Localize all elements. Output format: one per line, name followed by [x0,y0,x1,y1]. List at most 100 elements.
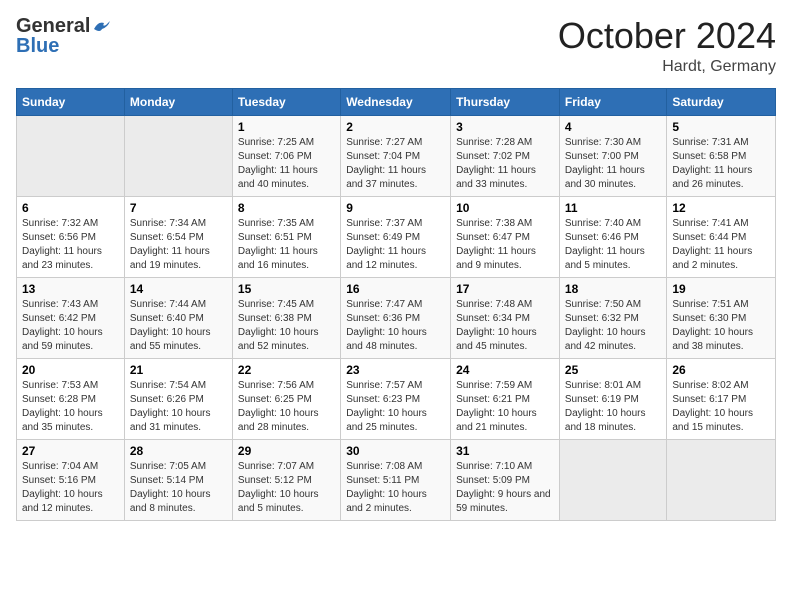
day-number: 3 [456,120,554,134]
day-info: Sunrise: 7:07 AM Sunset: 5:12 PM Dayligh… [238,460,335,516]
calendar-cell: 3 Sunrise: 7:28 AM Sunset: 7:02 PM Daylig… [451,115,560,196]
day-number: 22 [238,363,335,377]
weekday-header-tuesday: Tuesday [232,88,340,115]
header: General Blue October 2024 Hardt, Germany [16,16,776,76]
calendar-cell [559,439,666,520]
calendar-cell: 22 Sunrise: 7:56 AM Sunset: 6:25 PM Dayli… [232,358,340,439]
calendar-cell: 5 Sunrise: 7:31 AM Sunset: 6:58 PM Daylig… [667,115,776,196]
calendar-cell: 28 Sunrise: 7:05 AM Sunset: 5:14 PM Dayli… [124,439,232,520]
calendar-cell: 21 Sunrise: 7:54 AM Sunset: 6:26 PM Dayli… [124,358,232,439]
calendar-cell: 16 Sunrise: 7:47 AM Sunset: 6:36 PM Dayli… [341,277,451,358]
day-number: 30 [346,444,445,458]
day-number: 31 [456,444,554,458]
calendar-cell: 6 Sunrise: 7:32 AM Sunset: 6:56 PM Daylig… [17,196,125,277]
day-number: 6 [22,201,119,215]
calendar-cell: 8Sunrise: 7:35 AM Sunset: 6:51 PM Daylig… [232,196,340,277]
day-number: 4 [565,120,661,134]
day-number: 26 [672,363,770,377]
day-number: 2 [346,120,445,134]
day-number: 12 [672,201,770,215]
calendar-cell: 2 Sunrise: 7:27 AM Sunset: 7:04 PM Daylig… [341,115,451,196]
day-number: 15 [238,282,335,296]
day-info: Sunrise: 7:45 AM Sunset: 6:38 PM Dayligh… [238,298,335,354]
calendar-cell: 4 Sunrise: 7:30 AM Sunset: 7:00 PM Daylig… [559,115,666,196]
day-info: Sunrise: 7:10 AM Sunset: 5:09 PM Dayligh… [456,460,554,516]
calendar-cell: 29 Sunrise: 7:07 AM Sunset: 5:12 PM Dayli… [232,439,340,520]
day-number: 21 [130,363,227,377]
day-info: Sunrise: 7:56 AM Sunset: 6:25 PM Dayligh… [238,379,335,435]
calendar-cell: 27 Sunrise: 7:04 AM Sunset: 5:16 PM Dayli… [17,439,125,520]
day-number: 13 [22,282,119,296]
month-title: October 2024 [558,16,776,56]
day-info: Sunrise: 7:51 AM Sunset: 6:30 PM Dayligh… [672,298,770,354]
weekday-header-wednesday: Wednesday [341,88,451,115]
day-info: Sunrise: 7:05 AM Sunset: 5:14 PM Dayligh… [130,460,227,516]
day-number: 23 [346,363,445,377]
calendar-cell [667,439,776,520]
day-info: Sunrise: 7:30 AM Sunset: 7:00 PM Dayligh… [565,136,661,192]
calendar-cell: 24Sunrise: 7:59 AM Sunset: 6:21 PM Dayli… [451,358,560,439]
day-info: Sunrise: 7:41 AM Sunset: 6:44 PM Dayligh… [672,217,770,273]
calendar-cell: 17Sunrise: 7:48 AM Sunset: 6:34 PM Dayli… [451,277,560,358]
calendar-cell: 7Sunrise: 7:34 AM Sunset: 6:54 PM Daylig… [124,196,232,277]
day-number: 19 [672,282,770,296]
calendar-cell: 12 Sunrise: 7:41 AM Sunset: 6:44 PM Dayli… [667,196,776,277]
day-info: Sunrise: 7:54 AM Sunset: 6:26 PM Dayligh… [130,379,227,435]
week-row-3: 13 Sunrise: 7:43 AM Sunset: 6:42 PM Dayli… [17,277,776,358]
day-info: Sunrise: 7:27 AM Sunset: 7:04 PM Dayligh… [346,136,445,192]
logo: General Blue [16,16,110,56]
weekday-header-monday: Monday [124,88,232,115]
week-row-1: 1 Sunrise: 7:25 AM Sunset: 7:06 PM Daylig… [17,115,776,196]
day-info: Sunrise: 7:34 AM Sunset: 6:54 PM Dayligh… [130,217,227,273]
calendar-cell [17,115,125,196]
day-number: 16 [346,282,445,296]
logo-general-text: General [16,16,90,36]
day-info: Sunrise: 7:31 AM Sunset: 6:58 PM Dayligh… [672,136,770,192]
day-info: Sunrise: 7:32 AM Sunset: 6:56 PM Dayligh… [22,217,119,273]
calendar-cell: 1 Sunrise: 7:25 AM Sunset: 7:06 PM Daylig… [232,115,340,196]
calendar-cell: 9 Sunrise: 7:37 AM Sunset: 6:49 PM Daylig… [341,196,451,277]
day-info: Sunrise: 7:43 AM Sunset: 6:42 PM Dayligh… [22,298,119,354]
day-number: 25 [565,363,661,377]
calendar-cell: 31 Sunrise: 7:10 AM Sunset: 5:09 PM Dayli… [451,439,560,520]
day-number: 27 [22,444,119,458]
day-info: Sunrise: 7:40 AM Sunset: 6:46 PM Dayligh… [565,217,661,273]
day-number: 10 [456,201,554,215]
day-info: Sunrise: 7:25 AM Sunset: 7:06 PM Dayligh… [238,136,335,192]
weekday-header-sunday: Sunday [17,88,125,115]
weekday-header-friday: Friday [559,88,666,115]
calendar-cell: 13 Sunrise: 7:43 AM Sunset: 6:42 PM Dayli… [17,277,125,358]
day-number: 1 [238,120,335,134]
day-info: Sunrise: 7:57 AM Sunset: 6:23 PM Dayligh… [346,379,445,435]
day-info: Sunrise: 7:28 AM Sunset: 7:02 PM Dayligh… [456,136,554,192]
calendar-cell: 30 Sunrise: 7:08 AM Sunset: 5:11 PM Dayli… [341,439,451,520]
location-title: Hardt, Germany [558,58,776,76]
day-info: Sunrise: 7:35 AM Sunset: 6:51 PM Dayligh… [238,217,335,273]
calendar-cell: 10 Sunrise: 7:38 AM Sunset: 6:47 PM Dayli… [451,196,560,277]
calendar-cell: 26Sunrise: 8:02 AM Sunset: 6:17 PM Dayli… [667,358,776,439]
day-number: 11 [565,201,661,215]
day-number: 9 [346,201,445,215]
day-info: Sunrise: 7:08 AM Sunset: 5:11 PM Dayligh… [346,460,445,516]
logo-blue-text: Blue [16,36,59,56]
day-number: 24 [456,363,554,377]
day-info: Sunrise: 7:38 AM Sunset: 6:47 PM Dayligh… [456,217,554,273]
calendar-cell [124,115,232,196]
day-info: Sunrise: 7:37 AM Sunset: 6:49 PM Dayligh… [346,217,445,273]
calendar-cell: 23 Sunrise: 7:57 AM Sunset: 6:23 PM Dayli… [341,358,451,439]
day-info: Sunrise: 7:04 AM Sunset: 5:16 PM Dayligh… [22,460,119,516]
logo-bird-icon [92,19,110,33]
calendar-cell: 18Sunrise: 7:50 AM Sunset: 6:32 PM Dayli… [559,277,666,358]
day-number: 20 [22,363,119,377]
day-number: 29 [238,444,335,458]
day-info: Sunrise: 7:44 AM Sunset: 6:40 PM Dayligh… [130,298,227,354]
week-row-5: 27 Sunrise: 7:04 AM Sunset: 5:16 PM Dayli… [17,439,776,520]
calendar-cell: 11 Sunrise: 7:40 AM Sunset: 6:46 PM Dayli… [559,196,666,277]
day-number: 14 [130,282,227,296]
day-number: 28 [130,444,227,458]
day-info: Sunrise: 8:01 AM Sunset: 6:19 PM Dayligh… [565,379,661,435]
week-row-2: 6 Sunrise: 7:32 AM Sunset: 6:56 PM Daylig… [17,196,776,277]
calendar-cell: 19 Sunrise: 7:51 AM Sunset: 6:30 PM Dayli… [667,277,776,358]
day-number: 5 [672,120,770,134]
day-info: Sunrise: 7:47 AM Sunset: 6:36 PM Dayligh… [346,298,445,354]
